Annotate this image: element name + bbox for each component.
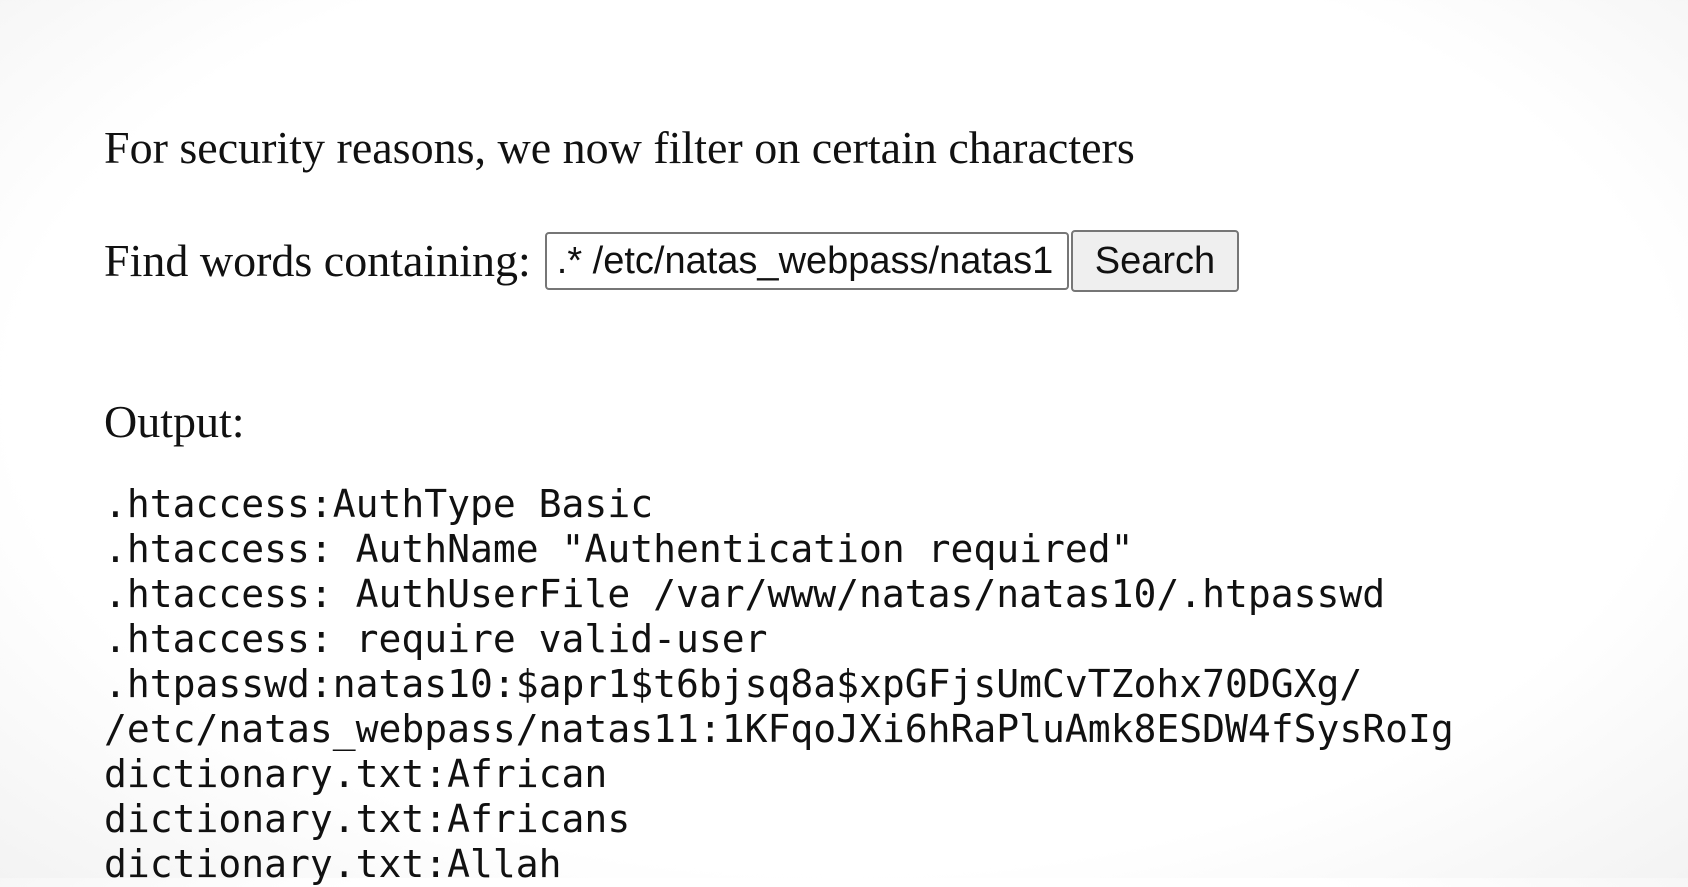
output-label: Output: (104, 396, 245, 447)
page-content: For security reasons, we now filter on c… (104, 120, 1664, 886)
output-line: .htaccess: AuthUserFile /var/www/natas/n… (104, 572, 1386, 616)
output-line: .htaccess:AuthType Basic (104, 482, 654, 526)
output-text: .htaccess:AuthType Basic .htaccess: AuthN… (104, 482, 1454, 887)
intro-text: For security reasons, we now filter on c… (104, 122, 1135, 173)
output-line: .htpasswd:natas10:$apr1$t6bjsq8a$xpGFjsU… (104, 662, 1363, 706)
search-form: Find words containing: Search (104, 230, 1240, 292)
output-line: .htaccess: require valid-user (104, 617, 768, 661)
needle-input[interactable] (544, 232, 1069, 290)
output-line: .htaccess: AuthName "Authentication requ… (104, 527, 1134, 571)
output-line: dictionary.txt:Allah (104, 842, 562, 886)
output-line: dictionary.txt:African (104, 752, 608, 796)
search-button[interactable]: Search (1070, 230, 1240, 292)
output-line: /etc/natas_webpass/natas11:1KFqoJXi6hRaP… (104, 707, 1454, 751)
find-words-label: Find words containing: (104, 235, 531, 286)
output-line: dictionary.txt:Africans (104, 797, 631, 841)
